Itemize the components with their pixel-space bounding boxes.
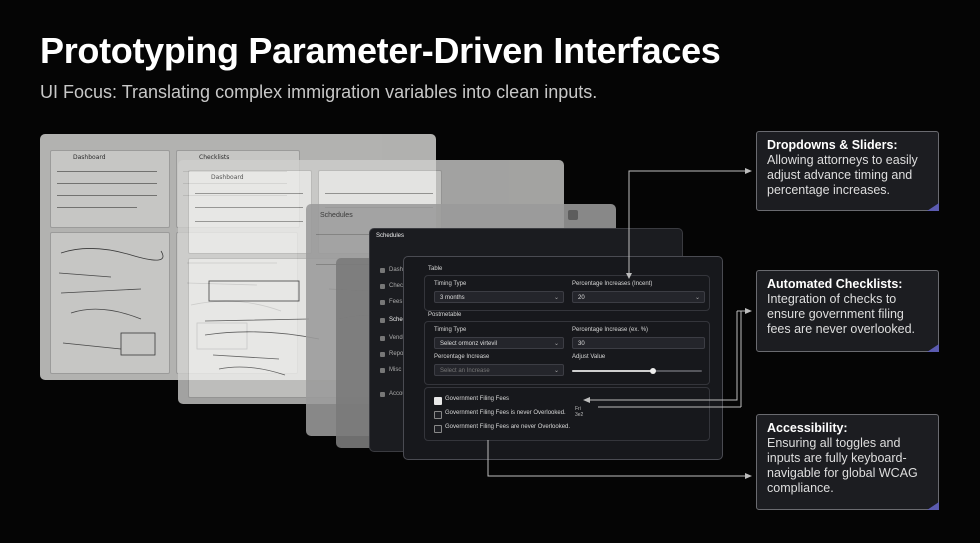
connector-line-2b (590, 311, 738, 401)
connector-line-3 (487, 440, 745, 477)
arrow-right-icon (745, 168, 752, 174)
callout-accessibility: Accessibility: Ensuring all toggles and … (756, 414, 939, 510)
callout-heading: Accessibility: (767, 421, 848, 435)
callout-automated-checklists: Automated Checklists: Integration of che… (756, 270, 939, 352)
arrow-left-icon (583, 397, 590, 403)
callout-heading: Dropdowns & Sliders: (767, 138, 898, 152)
callout-body: Allowing attorneys to easily adjust adva… (767, 153, 918, 197)
callout-dropdowns-sliders: Dropdowns & Sliders: Allowing attorneys … (756, 131, 939, 211)
arrow-right-icon (745, 473, 752, 479)
callout-body: Ensuring all toggles and inputs are full… (767, 436, 918, 495)
arrow-down-icon (626, 273, 632, 279)
callout-heading: Automated Checklists: (767, 277, 903, 291)
arrow-right-icon (745, 308, 752, 314)
connector-line-1 (628, 170, 745, 276)
callout-body: Integration of checks to ensure governme… (767, 292, 916, 336)
